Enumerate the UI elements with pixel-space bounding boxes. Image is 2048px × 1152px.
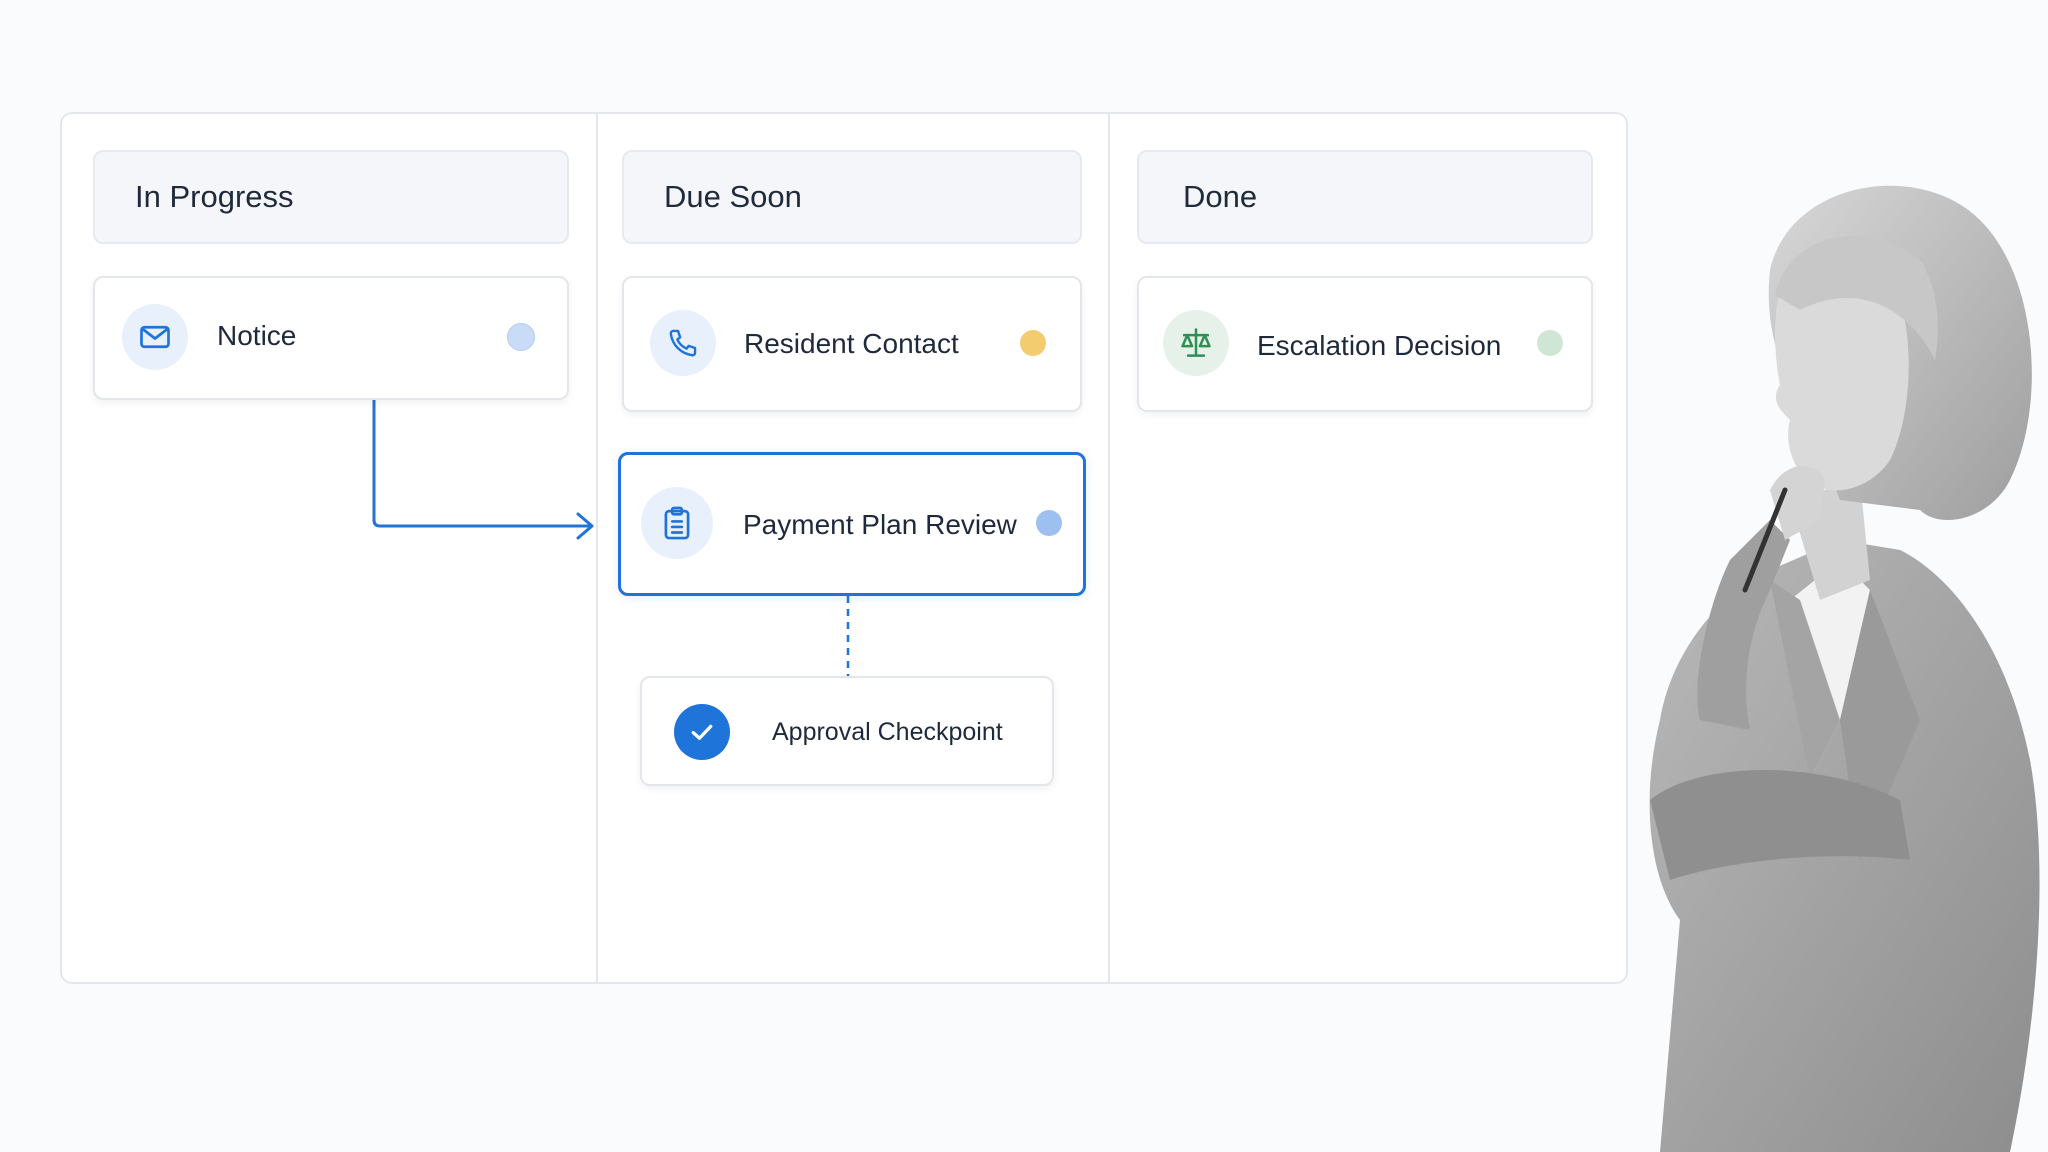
column-header-done[interactable]: Done	[1137, 150, 1593, 244]
card-title: Approval Checkpoint	[772, 718, 1003, 746]
column-header-due-soon[interactable]: Due Soon	[622, 150, 1082, 244]
check-circle-icon	[674, 704, 730, 760]
task-card-payment-plan-review[interactable]: Payment Plan Review	[618, 452, 1086, 596]
task-card-escalation-decision[interactable]: Escalation Decision	[1137, 276, 1593, 412]
task-card-approval-checkpoint[interactable]: Approval Checkpoint	[640, 676, 1054, 786]
column-title: In Progress	[135, 179, 294, 214]
column-header-in-progress[interactable]: In Progress	[93, 150, 569, 244]
task-card-notice[interactable]: Notice	[93, 276, 569, 400]
phone-icon	[650, 310, 716, 376]
clipboard-icon	[641, 487, 713, 559]
card-title: Escalation Decision	[1257, 330, 1502, 361]
status-dot	[1036, 510, 1062, 536]
column-title: Done	[1183, 179, 1258, 214]
card-title: Resident Contact	[744, 328, 959, 359]
column-title: Due Soon	[664, 179, 802, 214]
column-divider	[1108, 114, 1110, 982]
scales-icon	[1163, 310, 1229, 376]
status-dot	[1020, 330, 1046, 356]
thinking-woman-photo	[1649, 185, 2040, 1152]
task-card-resident-contact[interactable]: Resident Contact	[622, 276, 1082, 412]
mail-icon	[122, 304, 188, 370]
status-dot	[507, 323, 535, 351]
card-title: Notice	[217, 320, 297, 351]
column-divider	[596, 114, 598, 982]
card-title: Payment Plan Review	[743, 509, 1017, 540]
